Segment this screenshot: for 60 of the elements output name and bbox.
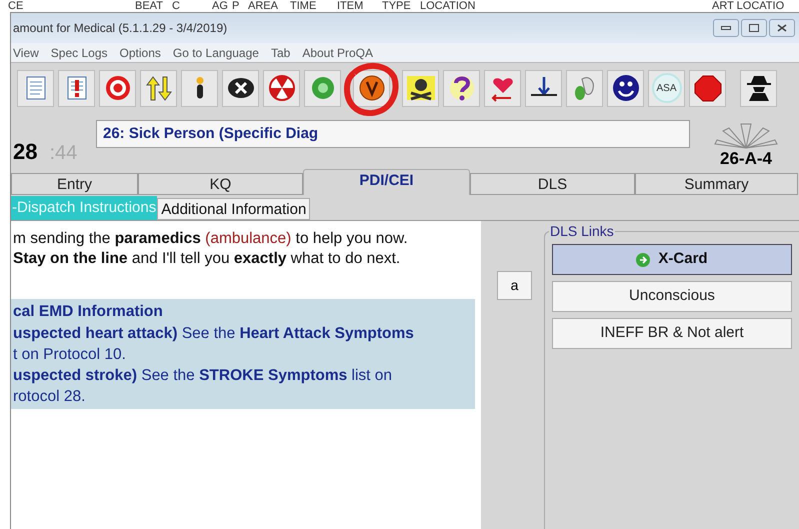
emd-info-heading: cal EMD Information [13, 302, 164, 322]
dls-link-button[interactable]: X-Card [552, 244, 792, 275]
toolbar-button[interactable] [525, 70, 562, 106]
chief-complaint-field: 26: Sick Person (Specific Diag [96, 120, 690, 148]
column-header[interactable]: TYPE [382, 0, 420, 12]
toolbar-button[interactable] [689, 70, 726, 106]
toolbar-button[interactable] [402, 70, 439, 106]
arrow-circle-icon [636, 252, 650, 266]
menu-item[interactable]: Go to Language [172, 44, 259, 62]
maximize-button[interactable] [741, 19, 767, 37]
column-header[interactable]: ITEM [337, 0, 382, 12]
tab[interactable]: DLS [470, 173, 635, 195]
minimize-icon [721, 26, 731, 30]
minimize-button[interactable] [713, 19, 739, 37]
column-header[interactable]: BEAT [135, 0, 172, 12]
toolbar-button[interactable] [222, 70, 259, 106]
instruction-text: Stay on the line and I'll tell you exactly what to do next. [12, 249, 402, 269]
dls-links-title: DLS Links [549, 223, 615, 239]
toolbar-button[interactable] [443, 70, 480, 106]
tab[interactable]: PDI/CEI [303, 169, 470, 195]
stop-sign-icon [692, 73, 724, 103]
dls-link-button[interactable]: Unconscious [552, 281, 792, 312]
column-header[interactable]: LOCATION [420, 0, 712, 12]
toolbar-button[interactable] [140, 70, 177, 106]
tab[interactable]: KQ [138, 173, 303, 195]
emd-info-text: uspected stroke) See the STROKE Symptoms list on [13, 366, 394, 386]
column-header[interactable]: CE [8, 0, 135, 12]
skull-icon [404, 73, 436, 103]
determinant-code: 26-A-4 [720, 150, 772, 167]
menu-item[interactable]: About ProQA [302, 44, 374, 62]
toolbar-button[interactable] [353, 70, 390, 106]
case-number: 28 [13, 141, 38, 163]
person-icon [194, 76, 204, 100]
dls-link-button[interactable]: INEFF BR & Not alert [552, 318, 792, 349]
menu-item[interactable]: Spec Logs [50, 44, 108, 62]
column-header[interactable]: AG [212, 0, 232, 12]
menu-item[interactable]: Options [120, 44, 161, 62]
maximize-icon [749, 24, 759, 32]
toolbar-button[interactable] [607, 70, 644, 106]
emd-info-text: t on Protocol 10. [13, 345, 127, 365]
close-icon [777, 24, 787, 32]
menu-item[interactable]: View [13, 44, 39, 62]
window-title: amount for Medical (5.1.1.29 - 3/4/2019) [12, 20, 228, 37]
tab[interactable]: Summary [635, 173, 798, 195]
fan-icon [713, 122, 779, 150]
close-button[interactable] [769, 19, 795, 37]
column-header[interactable]: P [232, 0, 248, 12]
column-header[interactable]: C [172, 0, 212, 12]
subtab[interactable]: Additional Information [157, 198, 310, 220]
instruction-text: m sending the paramedics (ambulance) to help you now. [12, 229, 409, 249]
emd-info-text: rotocol 28. [13, 387, 86, 407]
tab[interactable]: Entry [11, 173, 138, 195]
column-header[interactable]: TIME [290, 0, 337, 12]
column-header[interactable]: ART LOCATIO [712, 0, 792, 12]
column-header[interactable]: AREA [248, 0, 290, 12]
emd-info-text: uspected heart attack) See the Heart Attack Symptoms [13, 324, 415, 344]
toolbar-button[interactable] [740, 70, 777, 106]
menu-item[interactable]: Tab [270, 44, 290, 62]
side-button[interactable]: a [497, 271, 532, 300]
toolbar-button[interactable] [181, 70, 218, 106]
